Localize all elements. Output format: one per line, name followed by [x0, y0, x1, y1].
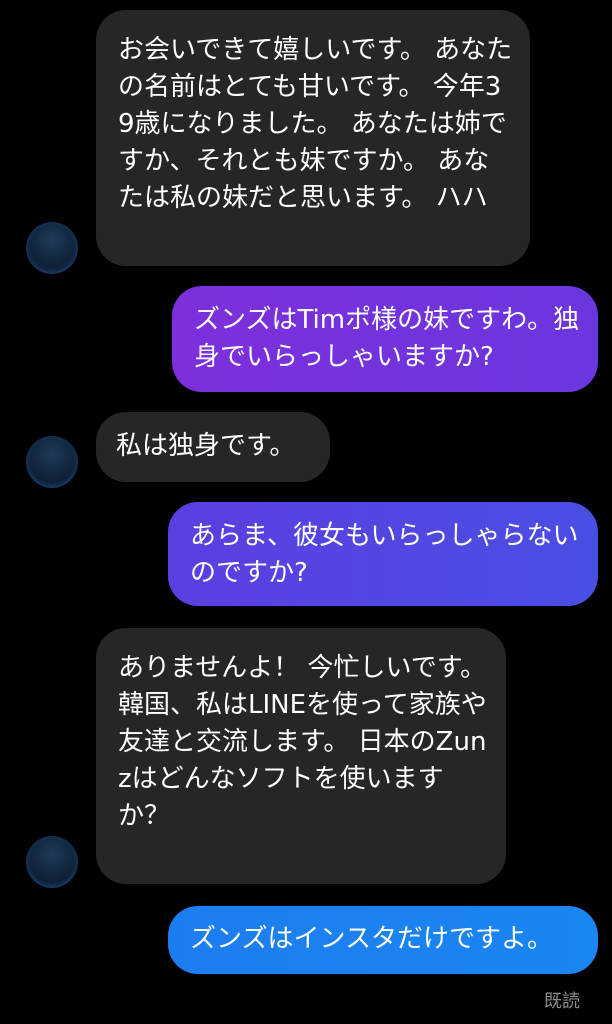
contact-avatar[interactable]	[26, 836, 78, 888]
contact-avatar[interactable]	[26, 222, 78, 274]
message-incoming[interactable]: お会いできて嬉しいです。 あなたの名前はとても甘いです。 今年39歳になりました…	[96, 10, 530, 266]
message-outgoing[interactable]: ズンズはTimポ様の妹ですわ。独身でいらっしゃいますか?	[172, 286, 598, 392]
read-receipt: 既読	[544, 991, 580, 1012]
message-outgoing[interactable]: ズンズはインスタだけですよ。	[168, 906, 598, 974]
contact-avatar[interactable]	[26, 436, 78, 488]
message-outgoing[interactable]: あらま、彼女もいらっしゃらないのですか?	[168, 502, 598, 606]
message-incoming[interactable]: ありませんよ！ 今忙しいです。 韓国、私はLINEを使って家族や友達と交流します…	[96, 628, 506, 884]
message-incoming[interactable]: 私は独身です。	[96, 412, 330, 482]
